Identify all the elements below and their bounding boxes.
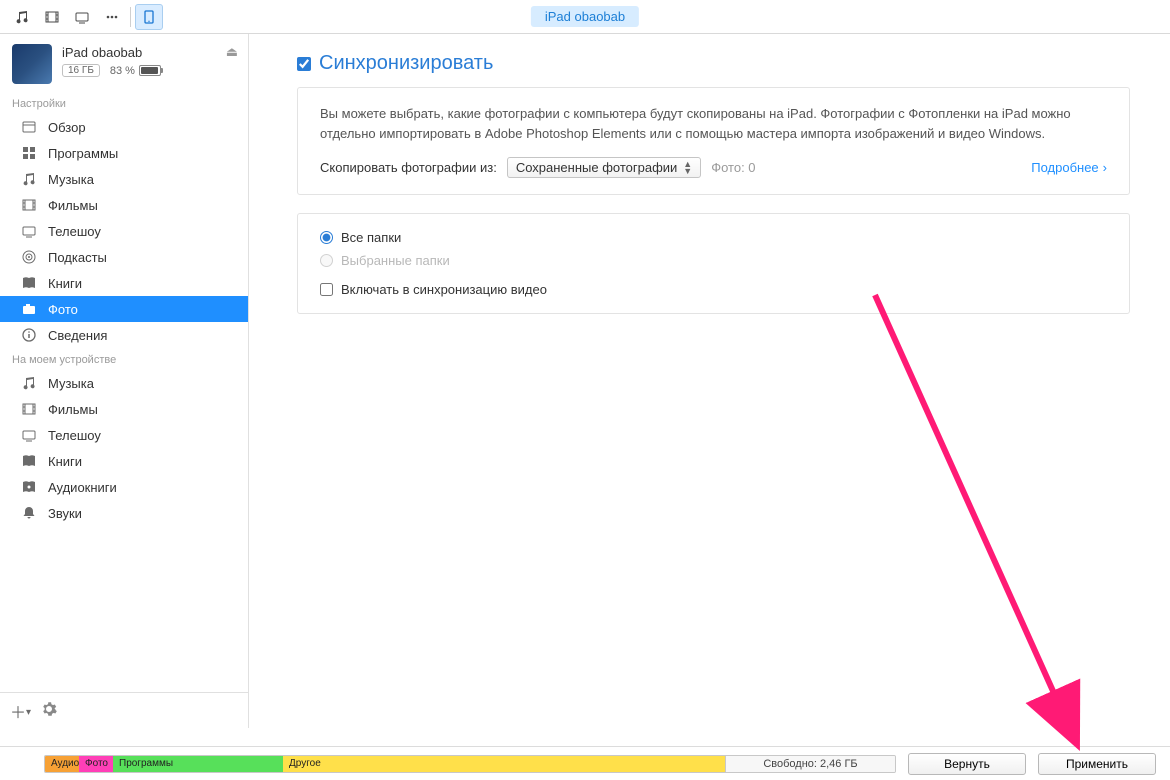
settings-gear-icon[interactable]	[41, 701, 57, 720]
tv-icon	[20, 427, 38, 443]
film-icon	[20, 197, 38, 213]
capacity-badge: 16 ГБ	[62, 64, 100, 77]
camera-icon	[20, 301, 38, 317]
sync-checkbox[interactable]	[297, 57, 311, 71]
sidebar-item-label: Музыка	[48, 172, 94, 187]
photo-count: Фото: 0	[711, 160, 755, 175]
storage-bar: АудиоФотоПрограммыДругое Свободно: 2,46 Г…	[44, 755, 896, 773]
music-icon	[20, 375, 38, 391]
sidebar-item-label: Программы	[48, 146, 118, 161]
apply-button[interactable]: Применить	[1038, 753, 1156, 775]
separator	[130, 7, 131, 27]
copy-from-label: Скопировать фотографии из:	[320, 160, 497, 175]
media-music-tab[interactable]	[8, 4, 36, 30]
battery-indicator: 83 %	[110, 65, 161, 77]
photo-source-select[interactable]: Сохраненные фотографии ▲▼	[507, 157, 701, 178]
radio-selected-folders: Выбранные папки	[320, 253, 1107, 268]
sync-heading: Синхронизировать	[319, 52, 493, 75]
sidebar-item-label: Книги	[48, 276, 82, 291]
tv-icon	[20, 223, 38, 239]
sync-description-panel: Вы можете выбрать, какие фотографии с ко…	[297, 87, 1130, 195]
sidebar-item-d-books[interactable]: Книги	[0, 448, 248, 474]
sidebar-item-overview[interactable]: Обзор	[0, 114, 248, 140]
apps-icon	[20, 145, 38, 161]
sidebar-item-movies[interactable]: Фильмы	[0, 192, 248, 218]
audiobook-icon	[20, 479, 38, 495]
bell-icon	[20, 505, 38, 521]
sidebar-item-d-music[interactable]: Музыка	[0, 370, 248, 396]
sync-description: Вы можете выбрать, какие фотографии с ко…	[320, 104, 1107, 143]
sidebar-item-d-tv[interactable]: Телешоу	[0, 422, 248, 448]
sidebar-item-label: Фото	[48, 302, 78, 317]
sidebar-item-info[interactable]: Сведения	[0, 322, 248, 348]
storage-free: Свободно: 2,46 ГБ	[725, 756, 895, 772]
window-title-pill: iPad obaobab	[531, 6, 639, 27]
media-tv-tab[interactable]	[68, 4, 96, 30]
sidebar-item-label: Телешоу	[48, 224, 101, 239]
learn-more-link[interactable]: Подробнее ›	[1031, 160, 1107, 175]
sidebar-item-label: Музыка	[48, 376, 94, 391]
sidebar-item-d-movies[interactable]: Фильмы	[0, 396, 248, 422]
sidebar-item-books[interactable]: Книги	[0, 270, 248, 296]
include-video-checkbox[interactable]: Включать в синхронизацию видео	[320, 282, 1107, 297]
storage-segment-other-tail	[521, 756, 725, 772]
sidebar-item-label: Книги	[48, 454, 82, 469]
storage-segment-Другое: Другое	[283, 756, 521, 772]
sidebar-item-label: Телешоу	[48, 428, 101, 443]
podcast-icon	[20, 249, 38, 265]
revert-button[interactable]: Вернуть	[908, 753, 1026, 775]
top-toolbar: iPad obaobab	[0, 0, 1170, 34]
sidebar-item-d-tones[interactable]: Звуки	[0, 500, 248, 526]
chevron-updown-icon: ▲▼	[683, 161, 692, 175]
book-icon	[20, 453, 38, 469]
device-name: iPad obaobab	[62, 45, 142, 60]
info-icon	[20, 327, 38, 343]
more-menu[interactable]	[98, 4, 126, 30]
sidebar-item-apps[interactable]: Программы	[0, 140, 248, 166]
eject-icon[interactable]: ⏏	[226, 44, 238, 60]
chevron-right-icon: ›	[1103, 160, 1107, 175]
sidebar-item-label: Аудиокниги	[48, 480, 117, 495]
folder-options-panel: Все папки Выбранные папки Включать в син…	[297, 213, 1130, 314]
sidebar: iPad obaobab ⏏ 16 ГБ 83 % Настройки Обзо…	[0, 34, 249, 728]
film-icon	[20, 401, 38, 417]
storage-segment-Программы: Программы	[113, 756, 283, 772]
sidebar-item-label: Обзор	[48, 120, 86, 135]
bottom-bar: АудиоФотоПрограммыДругое Свободно: 2,46 Г…	[0, 746, 1170, 780]
sidebar-item-podcasts[interactable]: Подкасты	[0, 244, 248, 270]
sidebar-item-label: Звуки	[48, 506, 82, 521]
media-movies-tab[interactable]	[38, 4, 66, 30]
radio-all-folders[interactable]: Все папки	[320, 230, 1107, 245]
sidebar-item-d-audiobooks[interactable]: Аудиокниги	[0, 474, 248, 500]
sidebar-item-label: Фильмы	[48, 402, 98, 417]
device-tab[interactable]	[135, 4, 163, 30]
content-area: Синхронизировать Вы можете выбрать, каки…	[249, 34, 1170, 728]
sidebar-item-label: Фильмы	[48, 198, 98, 213]
add-button[interactable]: ＋▾	[10, 699, 31, 723]
book-icon	[20, 275, 38, 291]
sidebar-item-music[interactable]: Музыка	[0, 166, 248, 192]
overview-icon	[20, 119, 38, 135]
sidebar-item-tv[interactable]: Телешоу	[0, 218, 248, 244]
sidebar-item-label: Подкасты	[48, 250, 107, 265]
sidebar-item-label: Сведения	[48, 328, 107, 343]
music-icon	[20, 171, 38, 187]
storage-segment-Фото: Фото	[79, 756, 113, 772]
device-thumbnail	[12, 44, 52, 84]
storage-segment-Аудио: Аудио	[45, 756, 79, 772]
device-header: iPad obaobab ⏏ 16 ГБ 83 %	[0, 34, 248, 92]
section-header-settings: Настройки	[0, 92, 248, 114]
section-header-on-device: На моем устройстве	[0, 348, 248, 370]
sidebar-item-photos[interactable]: Фото	[0, 296, 248, 322]
